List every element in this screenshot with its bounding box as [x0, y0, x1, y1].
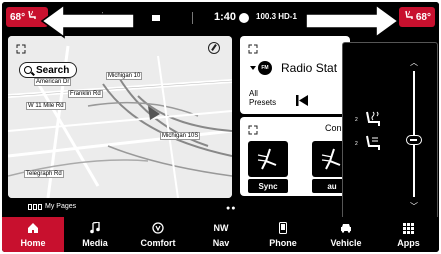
chevron-down-icon[interactable] — [250, 66, 256, 70]
heat-level-indicator: 2 — [355, 117, 358, 123]
nav-home[interactable]: Home — [2, 217, 64, 252]
my-pages-button[interactable]: My Pages — [28, 203, 76, 210]
presets-label-line1: All — [249, 89, 258, 98]
nav-phone[interactable]: Phone — [252, 217, 314, 252]
radio-widget[interactable]: FM Radio Stat All Presets — [240, 36, 350, 114]
presets-label-line2: Presets — [249, 98, 277, 107]
climate-title: Con — [325, 123, 342, 133]
my-pages-label: My Pages — [45, 203, 77, 210]
heated-seat-button[interactable] — [361, 109, 385, 129]
page-icon — [38, 203, 42, 210]
comfort-icon — [152, 221, 164, 235]
heated-seat-icon — [404, 10, 414, 24]
music-note-icon — [90, 221, 100, 235]
clock-time: 1:40 — [214, 11, 237, 23]
station-name: Radio Stat — [281, 61, 338, 75]
map-compass-icon[interactable] — [208, 42, 220, 54]
expand-icon[interactable] — [16, 41, 26, 54]
chevron-up-icon[interactable]: ︿ — [410, 57, 418, 68]
seat-control-popup: ︿ 2 2 ﹀ — [342, 42, 438, 220]
nav-label: Vehicle — [330, 238, 362, 248]
page-indicator: ●● — [226, 205, 237, 212]
all-presets-button[interactable]: All Presets — [249, 89, 276, 107]
nav-label: Home — [20, 238, 46, 248]
callout-arrow-right-icon — [305, 3, 400, 39]
cool-level-indicator: 2 — [355, 141, 358, 147]
chevron-down-icon[interactable]: ﹀ — [410, 201, 418, 212]
nav-label: Comfort — [140, 238, 176, 248]
driver-airflow-button[interactable] — [248, 141, 288, 177]
nav-vehicle[interactable]: Vehicle — [314, 217, 378, 252]
nav-comfort[interactable]: Comfort — [126, 217, 190, 252]
passenger-temp-value: 68° — [415, 11, 431, 23]
nav-apps[interactable]: Apps — [378, 217, 439, 252]
nav-label: Nav — [212, 238, 230, 248]
driver-temp-value: 68° — [10, 11, 26, 23]
road-label: American Dr — [34, 78, 72, 86]
apps-grid-icon — [403, 221, 414, 235]
nav-label: Apps — [397, 238, 420, 248]
map-search-button[interactable]: Search — [19, 62, 77, 78]
expand-icon[interactable] — [248, 41, 258, 54]
seat-level-slider-thumb[interactable] — [406, 135, 422, 146]
home-icon — [27, 221, 39, 235]
nav-label: Media — [82, 238, 108, 248]
road-label: Telegraph Rd — [24, 170, 64, 178]
road-label: Franklin Rd — [68, 90, 103, 98]
bottom-nav-bar: Home Media Comfort NW Nav Phone Vehicle … — [2, 217, 439, 252]
radio-station-indicator[interactable]: 100.3 HD-1 — [256, 12, 297, 21]
map-widget[interactable]: Search American Dr Franklin Rd W 11 Mile… — [8, 36, 232, 198]
seat-level-slider-track[interactable] — [413, 71, 415, 197]
road-label: Michigan 10 — [106, 72, 143, 80]
nav-nav[interactable]: NW Nav — [190, 217, 252, 252]
fm-band-badge: FM — [258, 61, 272, 75]
search-icon — [24, 66, 32, 74]
phone-icon — [279, 221, 287, 235]
nav-label: Phone — [269, 238, 297, 248]
nav-media[interactable]: Media — [64, 217, 126, 252]
radio-icon — [239, 13, 249, 23]
seat-airflow-icon — [257, 148, 277, 170]
heated-seat-icon — [27, 10, 37, 24]
ventilated-seat-button[interactable] — [361, 133, 385, 153]
expand-icon[interactable] — [248, 122, 258, 135]
sync-button[interactable]: Sync — [248, 179, 288, 193]
callout-arrow-left-icon — [40, 3, 135, 39]
camera-icon[interactable] — [152, 15, 160, 21]
status-divider — [192, 12, 193, 24]
page-icon — [28, 203, 32, 210]
car-icon — [340, 221, 352, 235]
page-icon — [33, 203, 37, 210]
compass-nw-icon: NW — [213, 223, 229, 233]
seek-back-icon[interactable] — [296, 93, 308, 111]
passenger-temp-button[interactable]: 68° — [399, 7, 435, 27]
climate-widget[interactable]: Con Sync au — [240, 117, 350, 196]
road-label: Michigan 10S — [160, 132, 201, 140]
road-label: W 11 Mile Rd — [26, 102, 66, 110]
search-label: Search — [36, 64, 70, 76]
